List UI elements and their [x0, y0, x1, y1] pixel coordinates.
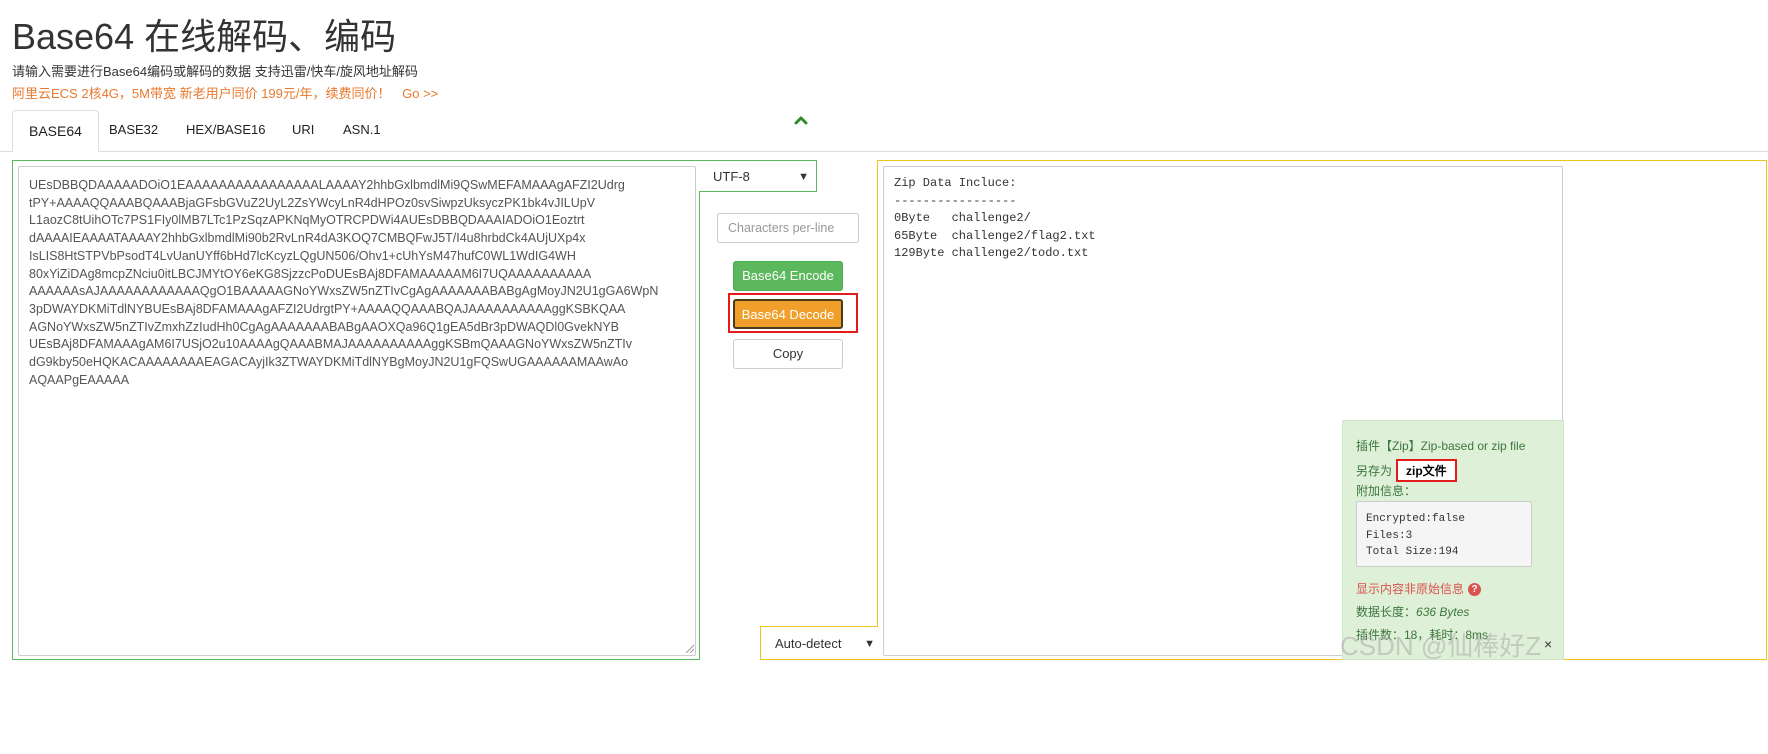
extra-info-label: 附加信息：	[1356, 484, 1417, 498]
chevron-down-icon: ▼	[864, 638, 875, 650]
save-as-label: 另存为	[1356, 464, 1393, 478]
output-encoding-select[interactable]: Auto-detect ▼	[767, 631, 879, 657]
chevron-up-icon[interactable]	[793, 112, 809, 128]
watermark: CSDN @仙棒好Z	[1340, 631, 1542, 661]
input-panel-divider	[699, 192, 700, 660]
output-panel: Zip Data Incluce: ----------------- 0Byt…	[877, 160, 1767, 660]
not-raw-notice: 显示内容非原始信息?	[1356, 580, 1482, 597]
tab-base64[interactable]: BASE64	[12, 110, 99, 152]
plugin-info-panel: 插件【Zip】Zip-based or zip file 另存为 zip文件 附加…	[1342, 420, 1564, 660]
encoding-select-value: UTF-8	[713, 169, 750, 184]
chevron-down-icon: ▼	[798, 171, 809, 183]
save-as-zip-link[interactable]: zip文件	[1396, 459, 1457, 482]
data-length-row: 数据长度：636 Bytes	[1356, 603, 1469, 620]
not-raw-text: 显示内容非原始信息	[1356, 582, 1465, 596]
data-length-value: 636 Bytes	[1416, 605, 1470, 619]
copy-button[interactable]: Copy	[733, 339, 843, 369]
base64-decode-button[interactable]: Base64 Decode	[733, 299, 843, 329]
tab-uri[interactable]: URI	[276, 110, 330, 152]
zip-metadata-box: Encrypted:false Files:3 Total Size:194	[1356, 501, 1532, 567]
output-encoding-select-value: Auto-detect	[775, 636, 842, 651]
close-icon[interactable]: ×	[1544, 636, 1552, 652]
base64-input-textarea[interactable]: UEsDBBQDAAAAADOiO1EAAAAAAAAAAAAAAAALAAAA…	[18, 166, 696, 656]
tab-bar: BASE64 BASE32 HEX/BASE16 URI ASN.1	[0, 110, 1768, 152]
chars-per-line-input[interactable]: Characters per-line	[717, 213, 859, 243]
tab-base32[interactable]: BASE32	[93, 110, 174, 152]
promo-banner[interactable]: 阿里云ECS 2核4G，5M带宽 新老用户同价 199元/年，续费同价！ Go …	[12, 83, 438, 102]
plugin-title: 插件【Zip】Zip-based or zip file	[1356, 439, 1526, 453]
data-length-label: 数据长度：	[1356, 605, 1417, 619]
page-title: Base64 在线解码、编码	[12, 16, 397, 57]
tab-asn1[interactable]: ASN.1	[327, 110, 397, 152]
base64-encode-button[interactable]: Base64 Encode	[733, 261, 843, 291]
encoding-select-wrapper: UTF-8 ▼	[699, 160, 817, 192]
tab-hex-base16[interactable]: HEX/BASE16	[170, 110, 282, 152]
save-as-row: 另存为 zip文件	[1356, 459, 1457, 482]
encoding-select[interactable]: UTF-8 ▼	[705, 165, 813, 189]
output-encoding-select-wrapper: Auto-detect ▼	[760, 626, 878, 660]
resize-grip-icon[interactable]	[684, 643, 694, 653]
help-icon[interactable]: ?	[1468, 583, 1482, 597]
promo-text[interactable]: 阿里云ECS 2核4G，5M带宽 新老用户同价 199元/年，续费同价！	[12, 86, 391, 101]
promo-go-link[interactable]: Go >>	[402, 86, 438, 101]
page-subtitle: 请输入需要进行Base64编码或解码的数据 支持迅雷/快车/旋风地址解码	[12, 64, 418, 79]
input-panel: UEsDBBQDAAAAADOiO1EAAAAAAAAAAAAAAAALAAAA…	[12, 160, 700, 660]
